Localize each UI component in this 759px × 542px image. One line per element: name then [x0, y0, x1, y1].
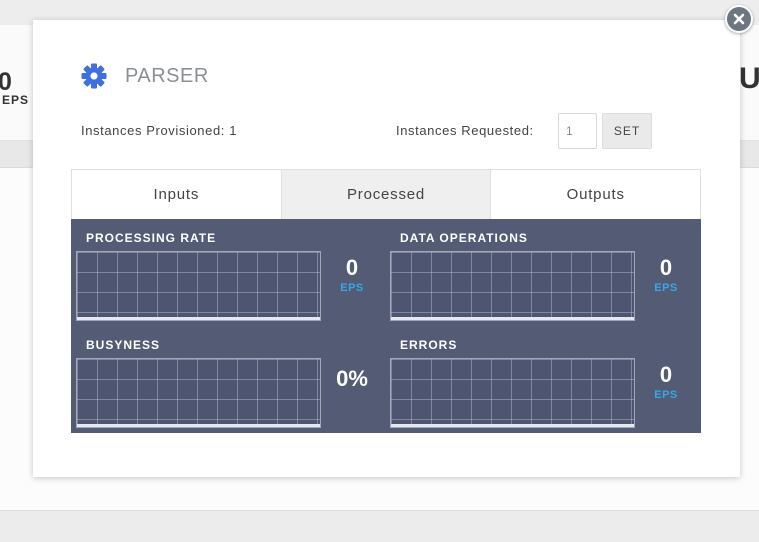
busyness-label: BUSYNESS [86, 338, 161, 352]
busyness-value: 0% [336, 366, 368, 391]
errors-label: ERRORS [400, 338, 458, 352]
data-operations-label: DATA OPERATIONS [400, 231, 528, 245]
tab-outputs[interactable]: Outputs [490, 170, 701, 219]
processing-rate-value: 0 [345, 255, 359, 280]
data-operations-chart [390, 251, 635, 321]
modal-title-row: PARSER [81, 61, 209, 91]
busyness-chart [76, 358, 321, 428]
processing-rate-label: PROCESSING RATE [86, 231, 217, 245]
instances-provisioned: Instances Provisioned: 1 [81, 123, 238, 138]
errors-value: 0 [659, 362, 673, 387]
instances-requested-label: Instances Requested: [396, 123, 534, 138]
close-icon [733, 13, 745, 25]
parser-modal: PARSER Instances Provisioned: 1 Instance… [33, 20, 740, 477]
data-operations-unit: EPS [654, 282, 678, 294]
processing-rate-chart [76, 251, 321, 321]
close-button[interactable] [725, 5, 753, 33]
errors-chart [390, 358, 635, 428]
tab-processed[interactable]: Processed [280, 170, 491, 219]
errors-unit: EPS [654, 389, 678, 401]
metrics-panel: PROCESSING RATE 0 EPS DATA OPERATIONS 0 … [71, 219, 701, 433]
background-stat-unit: EPS [2, 93, 30, 107]
tab-inputs[interactable]: Inputs [72, 170, 281, 219]
tab-bar: Inputs Processed Outputs [71, 169, 701, 219]
processing-rate-unit: EPS [340, 282, 364, 294]
background-footer [0, 510, 759, 542]
data-operations-value: 0 [659, 255, 673, 280]
instances-requested-input[interactable] [558, 113, 597, 149]
modal-title: PARSER [125, 64, 209, 87]
set-button[interactable]: SET [602, 113, 652, 149]
gear-icon [81, 63, 107, 89]
background-right-fragment: U [739, 62, 759, 95]
